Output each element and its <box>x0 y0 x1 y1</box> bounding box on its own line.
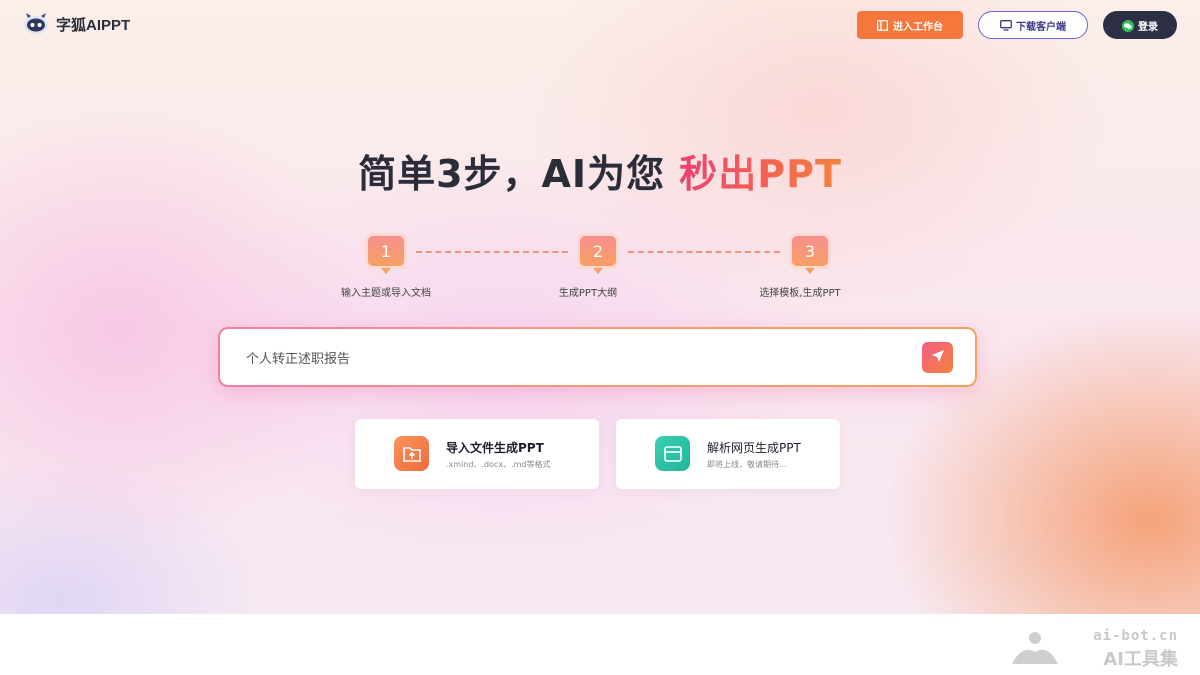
title-main: 简单3步，AI为您 <box>358 152 680 196</box>
step-connector-1 <box>416 251 568 253</box>
topic-input-box: 个人转正述职报告 <box>218 327 977 387</box>
enter-workspace-button[interactable]: 进入工作台 <box>857 11 963 39</box>
send-button[interactable] <box>922 342 953 373</box>
hero-section: 字狐AIPPT 进入工作台 下载客户端 登录 简单3步，AI为您 秒出PPT 1… <box>0 0 1200 614</box>
wechat-icon <box>1122 19 1134 32</box>
send-icon <box>930 348 946 368</box>
topic-input-field[interactable]: 个人转正述职报告 <box>220 329 975 385</box>
monitor-icon <box>1000 19 1012 31</box>
watermark-logo-icon <box>1012 632 1058 664</box>
robot-logo-icon <box>22 12 50 36</box>
watermark-name: AI工具集 <box>1103 649 1178 670</box>
step-1-badge: 1 <box>365 233 407 274</box>
title-highlight: 秒出PPT <box>679 152 842 196</box>
watermark-url: ai-bot.cn <box>1093 628 1178 644</box>
import-file-card[interactable]: 导入文件生成PPT .xmind、.docx、.md等格式 <box>355 419 599 489</box>
workspace-icon <box>877 19 888 31</box>
download-client-button[interactable]: 下载客户端 <box>978 11 1088 39</box>
topic-input-value[interactable]: 个人转正述职报告 <box>246 348 350 367</box>
step-2-number: 2 <box>592 241 604 261</box>
parse-webpage-subtitle: 即将上线，敬请期待... <box>707 460 787 469</box>
logo-text: 字狐AIPPT <box>56 16 131 34</box>
step-3-number: 3 <box>804 241 816 261</box>
step-3-badge: 3 <box>789 233 831 274</box>
step-2-badge: 2 <box>577 233 619 274</box>
parse-webpage-title: 解析网页生成PPT <box>707 441 801 455</box>
step-1-label: 输入主题或导入文档 <box>341 288 431 299</box>
step-2-label: 生成PPT大纲 <box>558 288 618 299</box>
import-file-title: 导入文件生成PPT <box>446 441 544 455</box>
step-connector-2 <box>628 251 780 253</box>
enter-workspace-label: 进入工作台 <box>893 21 943 33</box>
upload-file-icon <box>394 436 429 471</box>
download-client-label: 下载客户端 <box>1016 21 1066 33</box>
login-button[interactable]: 登录 <box>1103 11 1177 39</box>
import-file-subtitle: .xmind、.docx、.md等格式 <box>446 460 551 469</box>
webpage-icon <box>655 436 690 471</box>
login-label: 登录 <box>1138 21 1158 33</box>
parse-webpage-card[interactable]: 解析网页生成PPT 即将上线，敬请期待... <box>616 419 840 489</box>
step-1-number: 1 <box>380 241 392 261</box>
logo[interactable]: 字狐AIPPT <box>22 12 130 36</box>
watermark: ai-bot.cn AI工具集 <box>1008 628 1178 670</box>
page-title: 简单3步，AI为您 秒出PPT <box>0 143 1200 198</box>
step-3-label: 选择模板,生成PPT <box>759 288 841 299</box>
